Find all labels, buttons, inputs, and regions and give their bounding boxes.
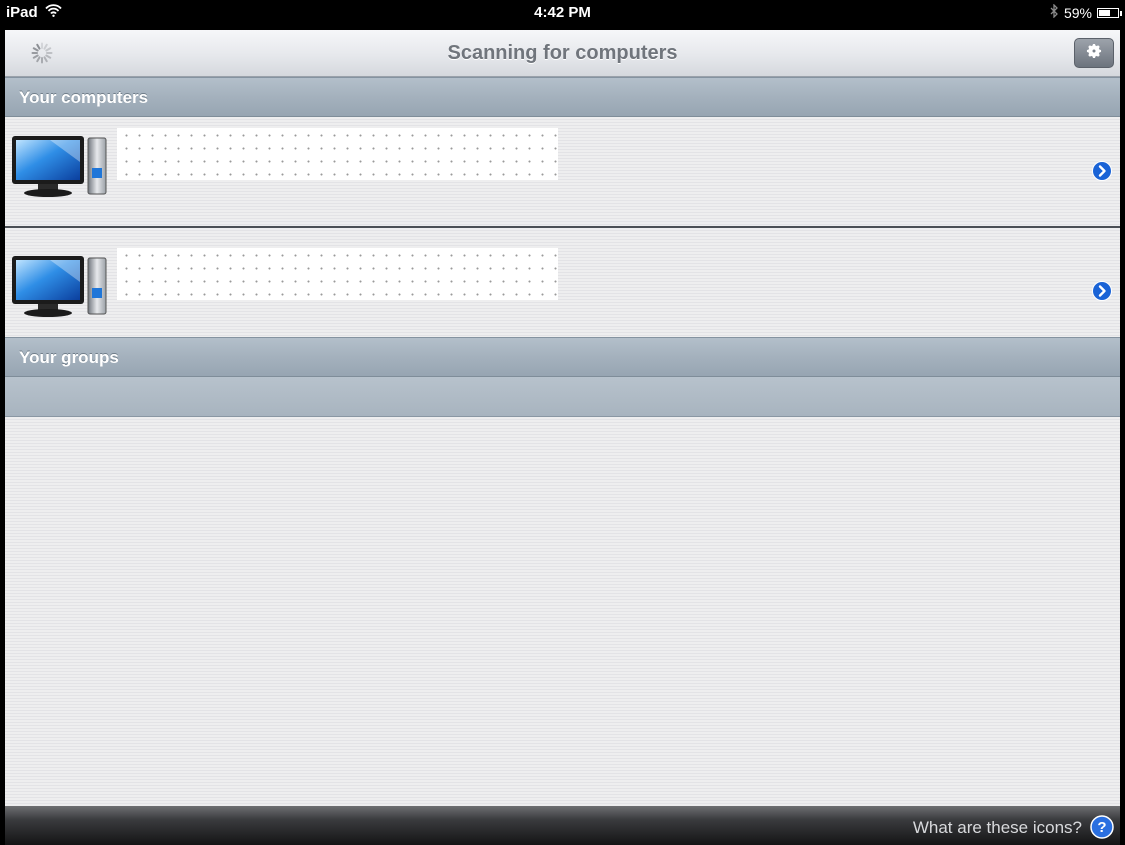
page-title: Scanning for computers [447,42,678,64]
bottom-toolbar: What are these icons? ? [5,806,1120,845]
computer-row-1[interactable] [5,118,1120,228]
disclosure-chevron-icon[interactable] [1092,161,1112,181]
status-bar: iPad 4:42 PM 59% [0,0,1125,30]
help-question-icon[interactable]: ? [1090,815,1114,839]
battery-icon [1097,7,1122,18]
section-title-computers: Your computers [19,88,149,107]
bluetooth-icon [1050,3,1059,21]
computer-row-2[interactable] [5,238,1120,348]
battery-fill [1099,9,1110,16]
desktop-computer-icon [10,252,110,322]
app-window: Scanning for computers Your computers Yo… [5,30,1120,845]
help-link[interactable]: What are these icons? [913,818,1082,838]
gear-icon [1085,42,1103,65]
ipad-screen: iPad 4:42 PM 59% Scanning for computers … [0,0,1125,845]
section-header-computers: Your computers [5,77,1120,117]
section-title-groups: Your groups [19,348,119,367]
groups-empty-placeholder [5,377,1120,417]
disclosure-chevron-icon[interactable] [1092,281,1112,301]
settings-button[interactable] [1074,38,1114,68]
section-header-groups: Your groups [5,337,1120,377]
computer-name-field [117,248,558,300]
navigation-bar: Scanning for computers [5,30,1120,77]
computer-name-field [117,128,558,180]
row-divider [5,226,1120,228]
svg-text:?: ? [1097,819,1106,836]
status-right: 59% [1050,3,1122,21]
battery-percent: 59% [1063,4,1092,21]
status-time: 4:42 PM [534,4,591,21]
desktop-computer-icon [10,132,110,202]
